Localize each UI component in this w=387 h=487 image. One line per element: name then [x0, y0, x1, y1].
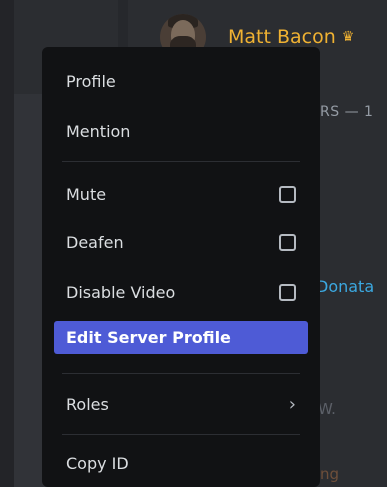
- member-list-item[interactable]: W.: [318, 400, 336, 418]
- menu-separator: [62, 161, 300, 162]
- menu-item-mention[interactable]: Mention: [54, 115, 308, 148]
- member-list-item[interactable]: Donata: [316, 277, 374, 296]
- member-name[interactable]: Matt Bacon: [228, 26, 336, 48]
- crown-icon: ♛: [341, 29, 355, 45]
- menu-item-label: Disable Video: [66, 283, 176, 302]
- menu-item-edit-server-profile[interactable]: Edit Server Profile: [54, 321, 308, 354]
- menu-item-label: Deafen: [66, 233, 124, 252]
- menu-item-label: Edit Server Profile: [66, 328, 231, 347]
- menu-separator: [62, 373, 300, 374]
- menu-separator: [62, 434, 300, 435]
- menu-item-mute[interactable]: Mute: [54, 178, 308, 211]
- menu-item-disable-video[interactable]: Disable Video: [54, 276, 308, 309]
- checkbox-icon[interactable]: [279, 284, 296, 301]
- menu-item-roles[interactable]: Roles ›: [54, 388, 308, 421]
- checkbox-icon[interactable]: [279, 186, 296, 203]
- menu-item-copy-id[interactable]: Copy ID: [54, 447, 308, 480]
- members-count-header: RS — 1: [320, 104, 374, 120]
- menu-item-label: Profile: [66, 72, 116, 91]
- menu-item-label: Copy ID: [66, 454, 129, 473]
- menu-item-label: Roles: [66, 395, 109, 414]
- menu-item-profile[interactable]: Profile: [54, 65, 308, 98]
- left-strip: [0, 0, 14, 487]
- member-list-item[interactable]: ng: [320, 465, 339, 483]
- checkbox-icon[interactable]: [279, 234, 296, 251]
- menu-item-label: Mute: [66, 185, 107, 204]
- menu-item-label: Mention: [66, 122, 131, 141]
- chevron-right-icon: ›: [288, 394, 296, 415]
- user-context-menu: Profile Mention Mute Deafen Disable Vide…: [42, 47, 320, 487]
- menu-item-deafen[interactable]: Deafen: [54, 226, 308, 259]
